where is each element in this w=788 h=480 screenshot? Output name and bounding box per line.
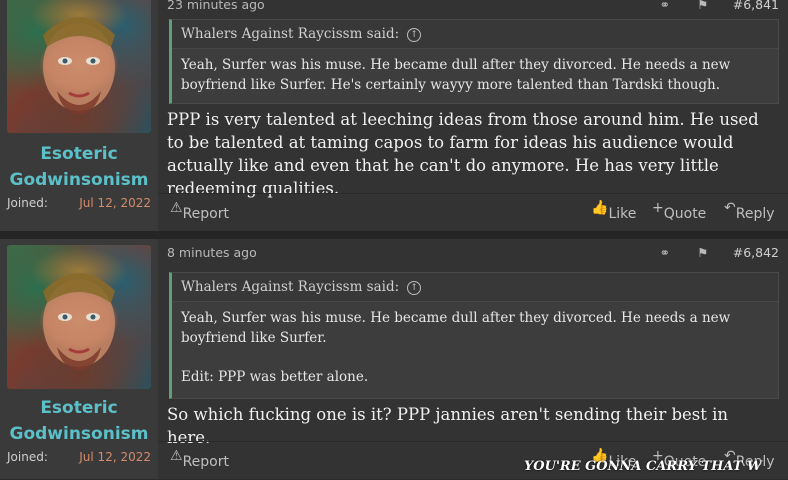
quote-author[interactable]: Whalers Against Raycissm said:	[181, 26, 399, 42]
quote-header[interactable]: Whalers Against Raycissm said: ↑	[172, 273, 778, 302]
post-number[interactable]: #6,841	[733, 0, 779, 12]
arrow-up-icon[interactable]: ↑	[407, 27, 422, 42]
quote-label: Quote	[663, 206, 707, 222]
joined-row: Joined: Jul 12, 2022	[7, 450, 151, 464]
like-button[interactable]: 👍 Like	[591, 200, 636, 222]
post-6841: Esoteric Godwinsonism Joined: Jul 12, 20…	[0, 0, 788, 231]
post-content: 8 minutes ago ⚭ ⚑ #6,842 Whalers Against…	[158, 239, 788, 479]
avatar[interactable]	[7, 245, 151, 389]
share-icon[interactable]: ⚭	[657, 245, 673, 260]
post-timestamp[interactable]: 8 minutes ago	[167, 245, 257, 260]
quote-block: Whalers Against Raycissm said: ↑ Yeah, Su…	[169, 19, 779, 104]
joined-date: Jul 12, 2022	[79, 196, 151, 210]
post-meta: 8 minutes ago ⚭ ⚑ #6,842	[167, 245, 779, 260]
reply-label: Reply	[735, 206, 775, 222]
username[interactable]: Esoteric Godwinsonism	[0, 395, 158, 447]
joined-row: Joined: Jul 12, 2022	[7, 196, 151, 210]
username[interactable]: Esoteric Godwinsonism	[0, 141, 158, 193]
bookmark-icon[interactable]: ⚑	[695, 0, 711, 12]
quote-edit-note: Edit: PPP was better alone.	[181, 369, 369, 385]
post-message: PPP is very talented at leeching ideas f…	[167, 110, 759, 198]
quote-header[interactable]: Whalers Against Raycissm said: ↑	[172, 20, 778, 49]
post-separator	[0, 231, 788, 239]
bookmark-icon[interactable]: ⚑	[695, 245, 711, 260]
post-actions: ⚠ Report 👍 Like + Quote ↶ Reply	[158, 193, 788, 232]
joined-date: Jul 12, 2022	[79, 450, 151, 464]
joined-label: Joined:	[7, 196, 48, 210]
post-6842: Esoteric Godwinsonism Joined: Jul 12, 20…	[0, 239, 788, 479]
avatar[interactable]	[7, 0, 151, 133]
report-button[interactable]: ⚠ Report	[170, 200, 229, 222]
quote-body: Yeah, Surfer was his muse. He became dul…	[172, 302, 778, 387]
report-label: Report	[182, 206, 229, 222]
quote-button[interactable]: + Quote	[652, 200, 706, 222]
quote-author[interactable]: Whalers Against Raycissm said:	[181, 279, 399, 295]
user-column: Esoteric Godwinsonism Joined: Jul 12, 20…	[0, 0, 158, 231]
post-meta: 23 minutes ago ⚭ ⚑ #6,841	[167, 0, 779, 12]
joined-label: Joined:	[7, 450, 48, 464]
quote-text: Yeah, Surfer was his muse. He became dul…	[181, 310, 731, 346]
report-button[interactable]: ⚠ Report	[170, 448, 229, 470]
quote-block: Whalers Against Raycissm said: ↑ Yeah, Su…	[169, 272, 779, 399]
avatar-face-icon	[43, 273, 115, 371]
arrow-up-icon[interactable]: ↑	[407, 280, 422, 295]
share-icon[interactable]: ⚭	[657, 0, 673, 12]
post-content: 23 minutes ago ⚭ ⚑ #6,841 Whalers Agains…	[158, 0, 788, 231]
user-column: Esoteric Godwinsonism Joined: Jul 12, 20…	[0, 239, 158, 479]
quote-body: Yeah, Surfer was his muse. He became dul…	[172, 49, 778, 95]
quote-text: Yeah, Surfer was his muse. He became dul…	[181, 57, 731, 93]
avatar-face-icon	[43, 17, 115, 115]
post-timestamp[interactable]: 23 minutes ago	[167, 0, 265, 12]
like-label: Like	[608, 206, 637, 222]
post-number[interactable]: #6,842	[733, 245, 779, 260]
reply-button[interactable]: ↶ Reply	[724, 200, 775, 222]
report-label: Report	[182, 454, 229, 470]
